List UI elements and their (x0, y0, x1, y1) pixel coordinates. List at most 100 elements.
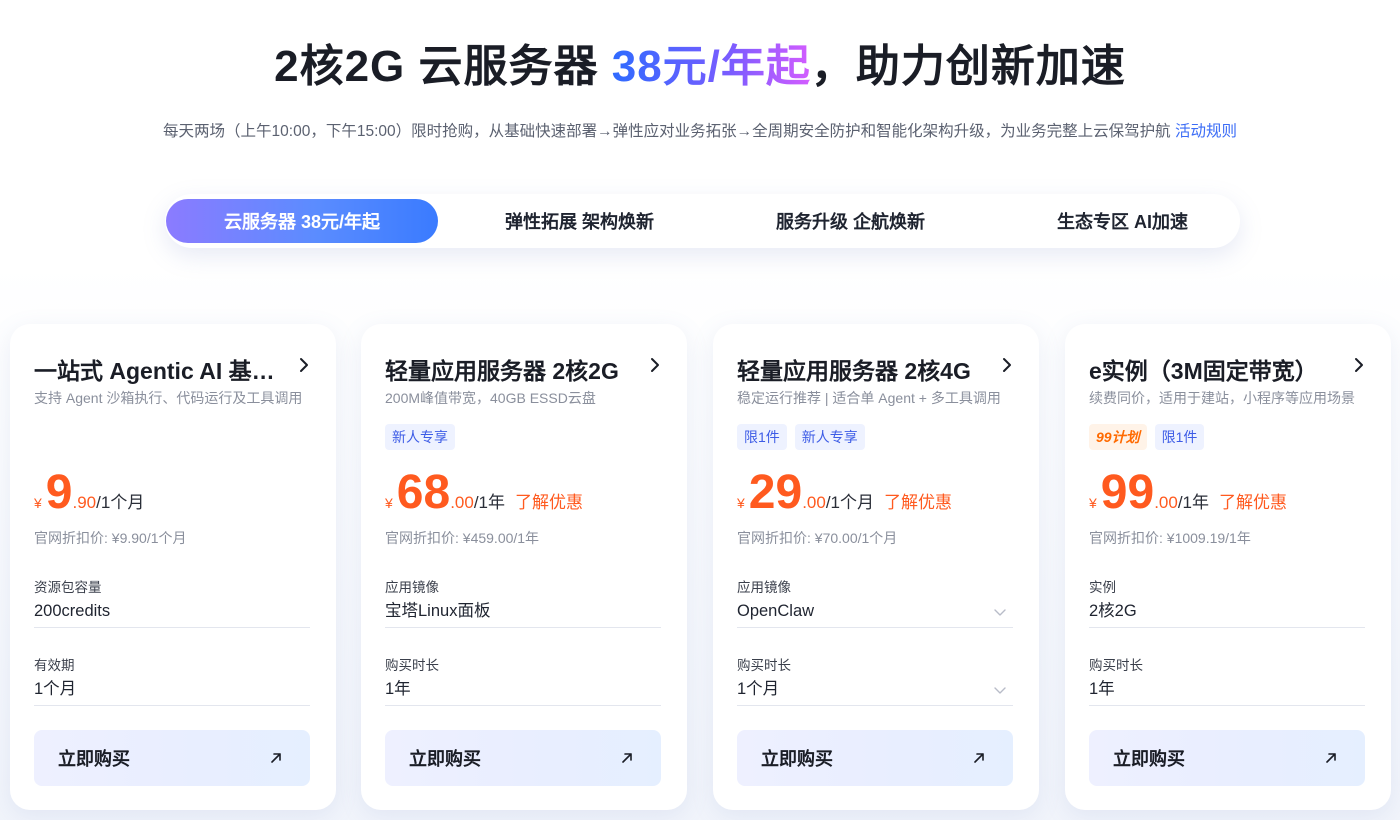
official-discount-price: 官网折扣价: ¥459.00/1年 (385, 530, 540, 546)
learn-discount-link[interactable]: 了解优惠 (515, 488, 583, 513)
validity-select[interactable]: 1个月 (34, 676, 310, 706)
price: ¥ 9 .90 /1个月 (34, 466, 144, 520)
field-label-capacity: 资源包容量 (34, 580, 102, 595)
card-description: 200M峰值带宽，40GB ESSD云盘 (385, 390, 596, 406)
title-suffix: ，助力创新加速 (810, 42, 1126, 91)
product-card-lightweight-2c4g: 轻量应用服务器 2核4G 稳定运行推荐 | 适合单 Agent + 多工具调用 … (713, 324, 1039, 810)
currency-symbol: ¥ (385, 495, 393, 511)
buy-now-label: 立即购买 (761, 749, 833, 769)
chevron-right-icon[interactable] (296, 357, 312, 373)
buy-now-label: 立即购买 (58, 749, 130, 769)
field-label-validity: 有效期 (34, 658, 75, 673)
card-tags: 新人专享 (385, 424, 455, 450)
category-tabs: 云服务器 38元/年起 弹性拓展 架构焕新 服务升级 企航焕新 生态专区 AI加… (165, 194, 1240, 248)
arrow-up-right-icon (622, 753, 632, 763)
price-unit: /1年 (1177, 493, 1210, 512)
page-subtitle: 每天两场（上午10:00，下午15:00）限时抢购，从基础快速部署→弹性应对业务… (0, 119, 1400, 141)
buy-now-button[interactable]: 立即购买 (1089, 730, 1365, 786)
learn-discount-link[interactable]: 了解优惠 (1219, 488, 1287, 513)
image-select[interactable]: 宝塔Linux面板 (385, 598, 661, 628)
field-label-duration: 购买时长 (385, 658, 439, 673)
card-tags: 限1件 新人专享 (737, 424, 865, 450)
arrow-up-right-icon (974, 753, 984, 763)
price-integer: 9 (45, 466, 73, 519)
currency-symbol: ¥ (34, 495, 42, 511)
tab-cloud-server[interactable]: 云服务器 38元/年起 (166, 199, 438, 243)
price-decimal: .90 (72, 493, 97, 512)
product-card-agentic-ai: 一站式 Agentic AI 基础设施 支持 Agent 沙箱执行、代码运行及工… (10, 324, 336, 810)
duration-value: 1年 (1089, 680, 1115, 698)
page-title: 2核2G 云服务器 38元/年起，助力创新加速 (0, 30, 1400, 94)
duration-value: 1个月 (737, 680, 780, 698)
image-select[interactable]: OpenClaw (737, 598, 1013, 628)
arrow-up-right-icon (1326, 753, 1336, 763)
price-integer: 99 (1100, 466, 1155, 519)
field-label-duration: 购买时长 (1089, 658, 1143, 673)
buy-now-label: 立即购买 (1113, 749, 1185, 769)
price-decimal: .00 (802, 493, 826, 512)
buy-now-button[interactable]: 立即购买 (34, 730, 310, 786)
price-integer: 29 (748, 466, 803, 519)
chevron-right-icon[interactable] (1351, 357, 1367, 373)
arrow-up-right-icon (271, 753, 281, 763)
chevron-down-icon (994, 687, 1006, 694)
duration-select[interactable]: 1个月 (737, 676, 1013, 706)
learn-discount-link[interactable]: 了解优惠 (884, 488, 952, 513)
duration-value: 1年 (385, 680, 411, 698)
official-discount-price: 官网折扣价: ¥70.00/1个月 (737, 530, 898, 546)
buy-now-button[interactable]: 立即购买 (737, 730, 1013, 786)
currency-symbol: ¥ (1089, 495, 1097, 511)
chevron-right-icon[interactable] (999, 357, 1015, 373)
price-decimal: .00 (450, 493, 474, 512)
duration-select[interactable]: 1年 (1089, 676, 1365, 706)
buy-now-label: 立即购买 (409, 749, 481, 769)
image-value: OpenClaw (737, 602, 815, 620)
card-title[interactable]: 轻量应用服务器 2核2G (385, 352, 635, 386)
activity-rules-link[interactable]: 活动规则 (1175, 123, 1237, 140)
tag-new-user: 新人专享 (385, 424, 455, 450)
card-title[interactable]: 轻量应用服务器 2核4G (737, 352, 987, 386)
tab-elastic-expansion[interactable]: 弹性拓展 架构焕新 (457, 199, 702, 243)
instance-select[interactable]: 2核2G (1089, 598, 1365, 628)
field-label-image: 应用镜像 (737, 580, 791, 595)
image-value: 宝塔Linux面板 (385, 602, 491, 620)
official-discount-price: 官网折扣价: ¥9.90/1个月 (34, 530, 187, 546)
official-discount-price: 官网折扣价: ¥1009.19/1年 (1089, 530, 1251, 546)
price-unit: /1年 (473, 493, 506, 512)
price-decimal: .00 (1154, 493, 1178, 512)
price: ¥ 68 .00 /1年 了解优惠 (385, 466, 583, 520)
chevron-down-icon (994, 609, 1006, 616)
title-prefix: 2核2G 云服务器 (274, 42, 612, 91)
price-integer: 68 (396, 466, 451, 519)
card-description: 稳定运行推荐 | 适合单 Agent + 多工具调用 (737, 390, 1001, 406)
price-unit: /1个月 (825, 493, 875, 512)
validity-value: 1个月 (34, 680, 77, 698)
title-accent: 38元/年起 (611, 42, 811, 91)
price-unit: /1个月 (96, 493, 145, 512)
tag-limit-one: 限1件 (737, 424, 787, 450)
card-description: 续费同价，适用于建站，小程序等应用场景 (1089, 390, 1355, 406)
field-label-duration: 购买时长 (737, 658, 791, 673)
duration-select[interactable]: 1年 (385, 676, 661, 706)
field-label-instance: 实例 (1089, 580, 1116, 595)
card-tags: 99计划 限1件 (1089, 424, 1205, 450)
buy-now-button[interactable]: 立即购买 (385, 730, 661, 786)
tab-service-upgrade[interactable]: 服务升级 企航焕新 (728, 199, 973, 243)
tag-new-user: 新人专享 (794, 424, 865, 450)
capacity-value: 200credits (34, 602, 111, 620)
currency-symbol: ¥ (737, 495, 745, 511)
card-title[interactable]: e实例（3M固定带宽） (1089, 352, 1339, 386)
tab-ecosystem-ai[interactable]: 生态专区 AI加速 (1000, 199, 1245, 243)
card-title[interactable]: 一站式 Agentic AI 基础设施 (34, 352, 284, 386)
price: ¥ 99 .00 /1年 了解优惠 (1089, 466, 1287, 520)
capacity-select[interactable]: 200credits (34, 598, 310, 628)
subtitle-text: 每天两场（上午10:00，下午15:00）限时抢购，从基础快速部署→弹性应对业务… (163, 123, 1175, 140)
tag-limit-one: 限1件 (1154, 424, 1205, 450)
chevron-right-icon[interactable] (647, 357, 663, 373)
product-card-lightweight-2c2g: 轻量应用服务器 2核2G 200M峰值带宽，40GB ESSD云盘 新人专享 ¥… (361, 324, 687, 810)
price: ¥ 29 .00 /1个月 了解优惠 (737, 466, 952, 520)
field-label-image: 应用镜像 (385, 580, 439, 595)
tag-99-plan: 99计划 (1089, 424, 1147, 450)
card-description: 支持 Agent 沙箱执行、代码运行及工具调用 (34, 390, 303, 406)
instance-value: 2核2G (1089, 602, 1137, 620)
